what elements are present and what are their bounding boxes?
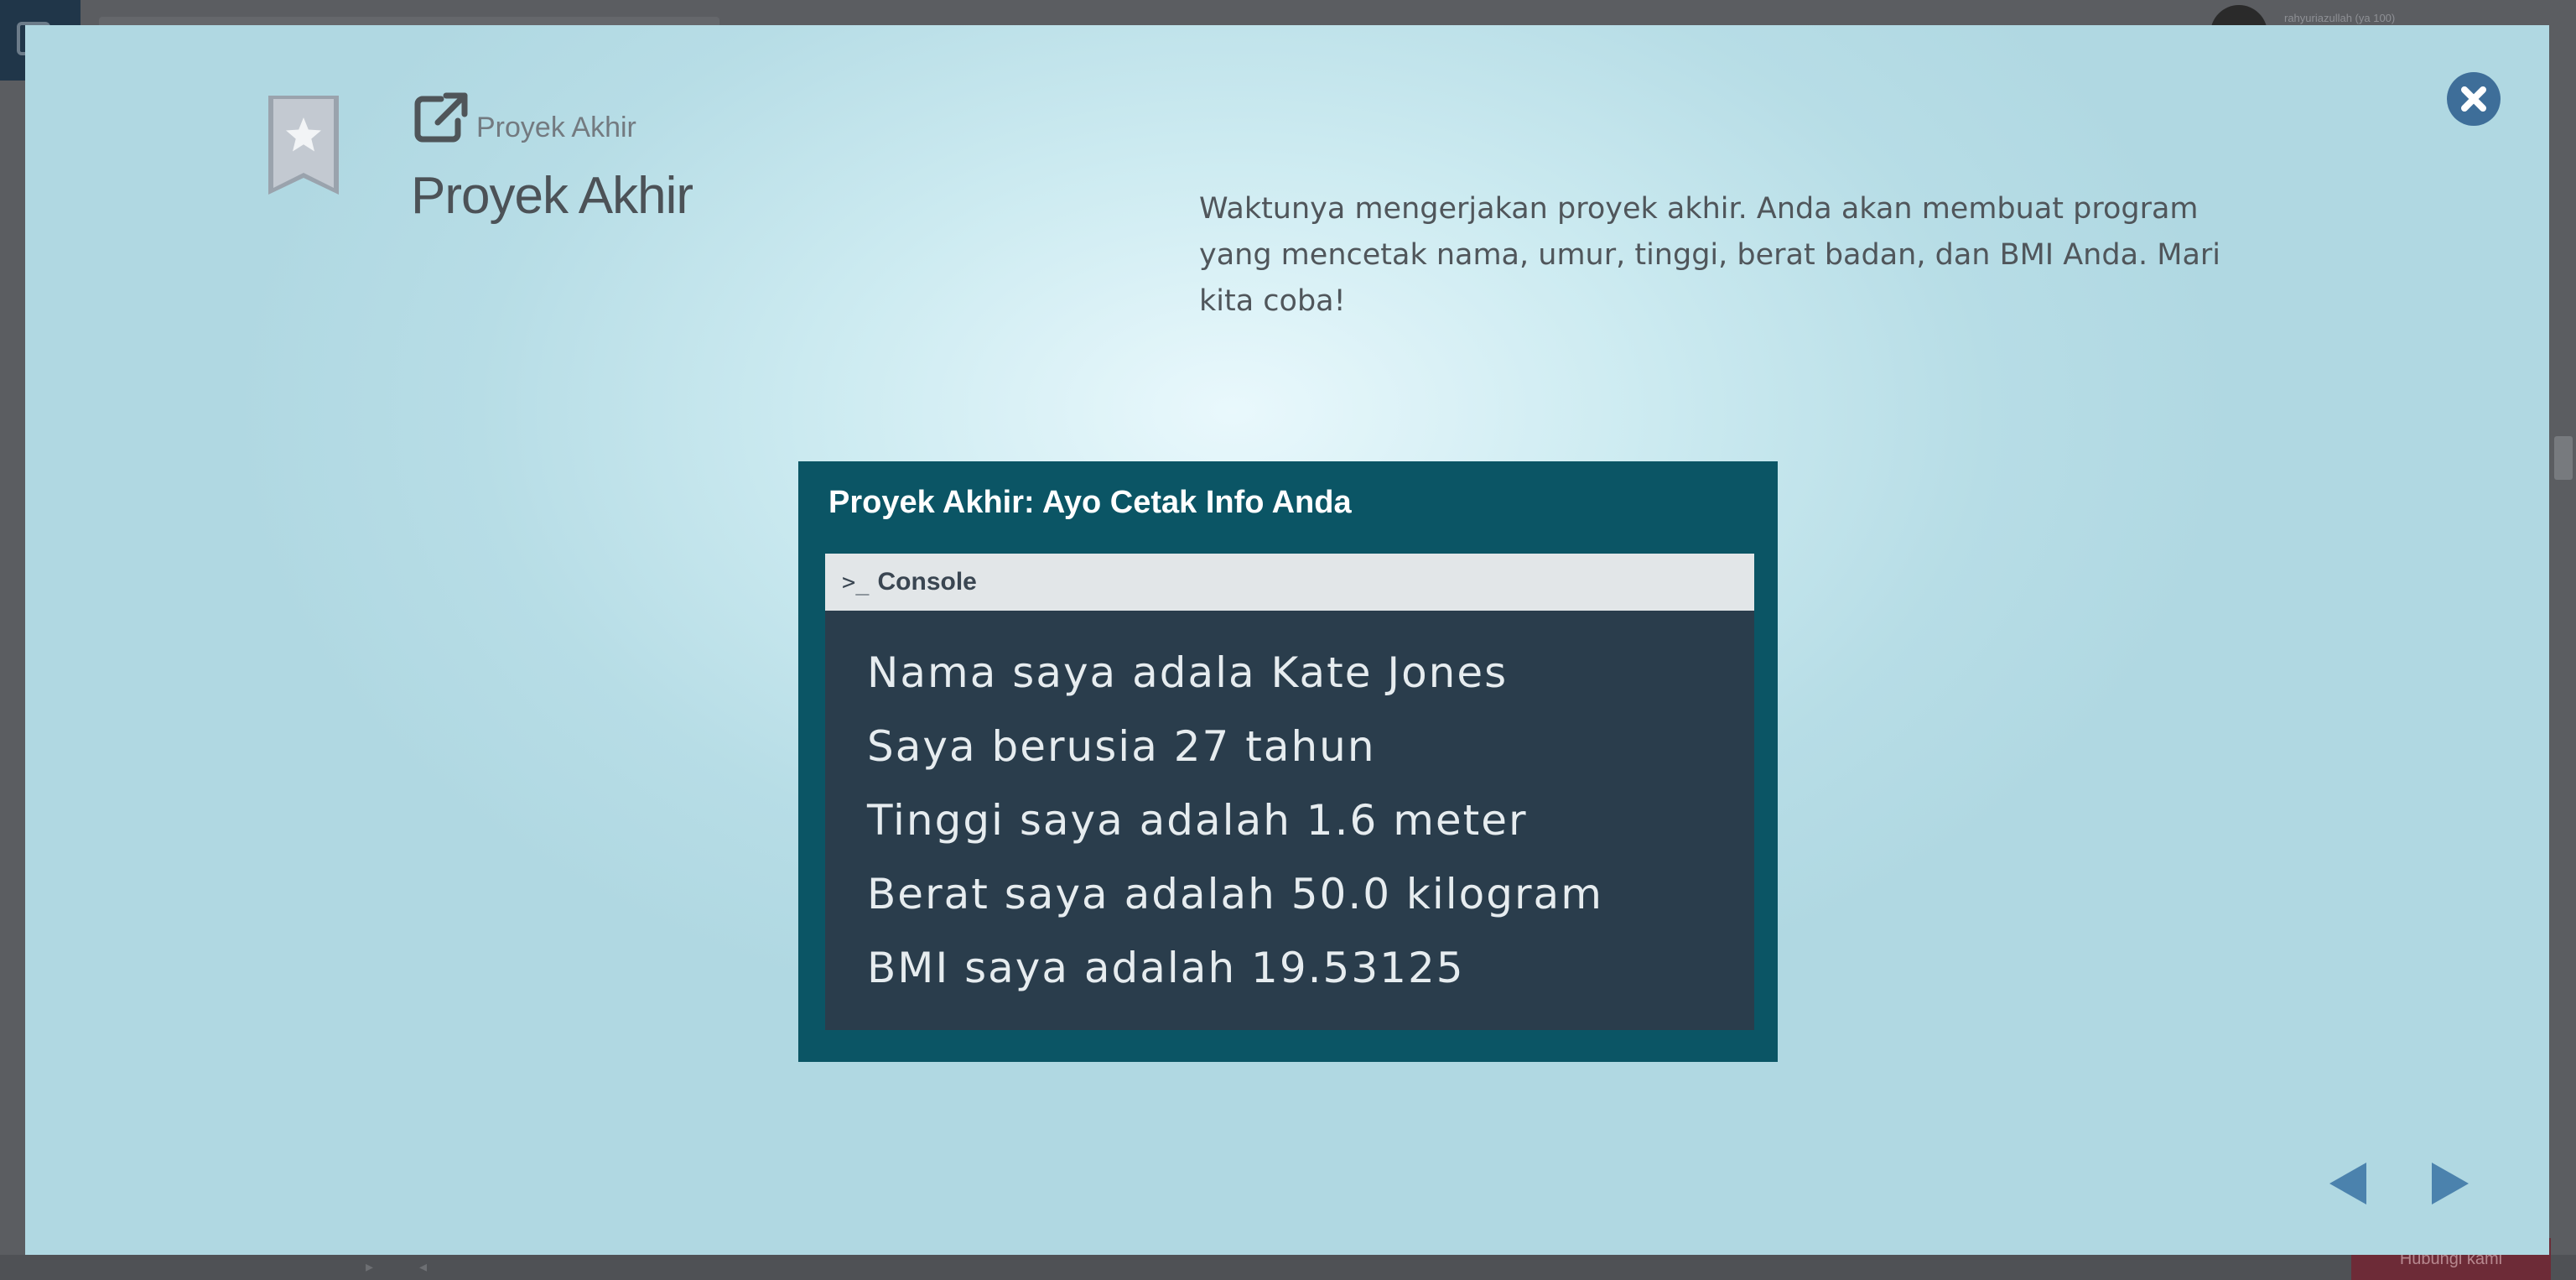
console-line: Nama saya adala Kate Jones [867, 648, 1509, 697]
arrow-left-icon [2329, 1163, 2366, 1205]
console-output: Nama saya adala Kate Jones Saya berusia … [825, 611, 1754, 1005]
external-link-icon[interactable] [413, 91, 471, 144]
next-button[interactable] [2430, 1161, 2470, 1206]
lesson-image-title: Proyek Akhir: Ayo Cetak Info Anda [828, 485, 1352, 520]
lesson-modal: Proyek Akhir Proyek Akhir Waktunya menge… [25, 25, 2549, 1255]
chevron-left-icon: ◂ [419, 1258, 428, 1276]
page-title: Proyek Akhir [411, 167, 693, 225]
previous-button[interactable] [2328, 1161, 2368, 1206]
lesson-description: Waktunya mengerjakan proyek akhir. Anda … [1199, 192, 2221, 318]
close-button[interactable] [2447, 72, 2501, 126]
username-label: rahyuriazullah (ya 100) [2284, 12, 2396, 24]
background-scrollbar [2554, 436, 2573, 480]
console-panel: >_ Console Nama saya adala Kate Jones Sa… [825, 554, 1754, 1030]
terminal-icon: >_ [842, 569, 870, 596]
console-label: Console [877, 568, 977, 596]
lesson-image: Proyek Akhir: Ayo Cetak Info Anda >_ Con… [798, 461, 1778, 1062]
breadcrumb: Proyek Akhir [413, 91, 636, 144]
console-line: Berat saya adalah 50.0 kilogram [867, 870, 1603, 918]
bookmark-star-icon[interactable] [268, 96, 339, 196]
console-line: Saya berusia 27 tahun [867, 722, 1376, 771]
console-line: BMI saya adalah 19.53125 [867, 944, 1465, 992]
background-footer [0, 1255, 2576, 1280]
breadcrumb-label[interactable]: Proyek Akhir [476, 112, 636, 144]
chevron-right-icon: ▸ [366, 1258, 374, 1276]
console-line: Tinggi saya adalah 1.6 meter [867, 796, 1528, 845]
arrow-right-icon [2432, 1163, 2469, 1205]
console-header: >_ Console [825, 554, 1754, 611]
close-icon [2461, 86, 2486, 112]
